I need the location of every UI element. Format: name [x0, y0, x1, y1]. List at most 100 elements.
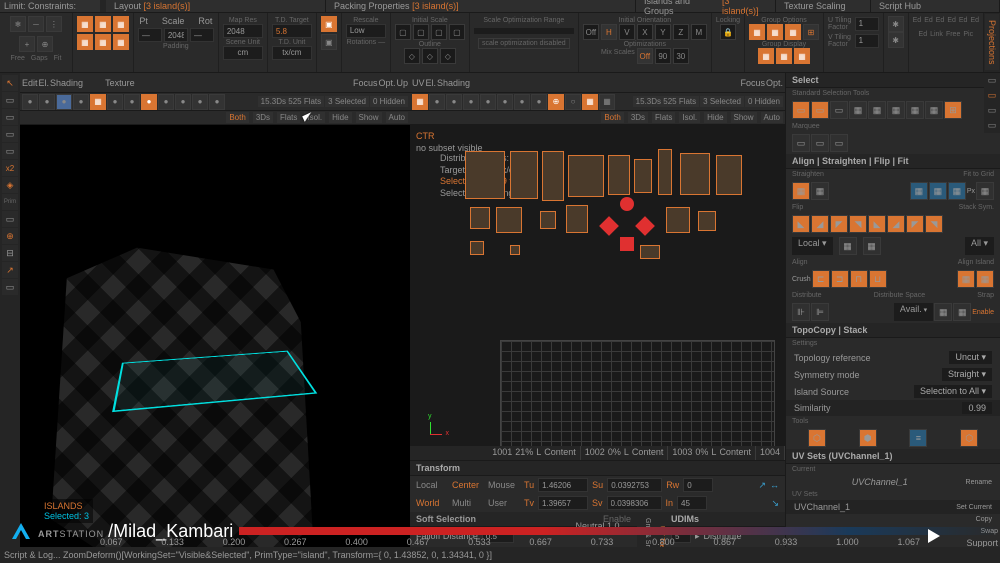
- vt-both[interactable]: Both: [226, 112, 248, 123]
- tex-5[interactable]: ●: [158, 94, 174, 110]
- tool-8[interactable]: ⊟: [2, 245, 18, 261]
- gizmo-scale-l[interactable]: [599, 216, 619, 236]
- pic-btn[interactable]: Pic: [963, 31, 973, 38]
- vt-hide[interactable]: Hide: [329, 112, 351, 123]
- vtiling-input[interactable]: [855, 34, 879, 48]
- uv-both[interactable]: Both: [601, 112, 623, 123]
- st-2[interactable]: ▦: [811, 182, 829, 200]
- io-m[interactable]: M: [691, 24, 707, 40]
- tex-6[interactable]: ●: [175, 94, 191, 110]
- db-1[interactable]: ⊪: [792, 303, 810, 321]
- rw-input[interactable]: [683, 478, 713, 492]
- uvs-11[interactable]: ▦: [582, 94, 598, 110]
- plus-icon[interactable]: +: [19, 36, 35, 52]
- tex-1[interactable]: ▦: [90, 94, 106, 110]
- gd3[interactable]: ▦: [794, 48, 810, 64]
- fl-5[interactable]: ◣: [868, 215, 886, 233]
- tv-input[interactable]: [538, 496, 588, 510]
- sel-7[interactable]: ▦: [906, 101, 924, 119]
- io-off[interactable]: Off: [583, 24, 599, 40]
- uvs-7[interactable]: ●: [514, 94, 530, 110]
- is-icon1[interactable]: ▢: [395, 24, 411, 40]
- ed5[interactable]: Ed: [959, 17, 968, 24]
- sel-6[interactable]: ▦: [887, 101, 905, 119]
- symmode-dd[interactable]: Straight ▾: [942, 368, 992, 381]
- strap-enable[interactable]: Enable: [972, 309, 994, 316]
- ds-1[interactable]: ▦: [934, 303, 952, 321]
- cr-1[interactable]: ⊏: [812, 270, 830, 288]
- tr-world[interactable]: World: [416, 498, 448, 508]
- pluscircle-icon[interactable]: ⊕: [37, 36, 53, 52]
- gd2[interactable]: ▦: [776, 48, 792, 64]
- uvs-1[interactable]: ▦: [412, 94, 428, 110]
- mix-off[interactable]: Off: [637, 48, 653, 64]
- shade-2[interactable]: ●: [39, 94, 55, 110]
- freeze-icon[interactable]: ❄: [10, 16, 26, 32]
- shade-3[interactable]: ●: [56, 94, 72, 110]
- go1[interactable]: ▦: [749, 24, 765, 40]
- uvs-2[interactable]: ●: [429, 94, 445, 110]
- mapres-input[interactable]: [223, 24, 263, 38]
- ds-2[interactable]: ▦: [953, 303, 971, 321]
- sel-9[interactable]: ⊞: [944, 101, 962, 119]
- go3[interactable]: ▦: [785, 24, 801, 40]
- tool-7[interactable]: ▭: [2, 211, 18, 227]
- free-btn[interactable]: Free: [946, 31, 960, 38]
- fg-3[interactable]: ▦: [948, 182, 966, 200]
- ol-icon1[interactable]: ◇: [404, 48, 420, 64]
- uv-3ds[interactable]: 3Ds: [628, 112, 648, 123]
- mq-2[interactable]: ▭: [811, 134, 829, 152]
- uvs-9[interactable]: ⊕: [548, 94, 564, 110]
- tr-user[interactable]: User: [488, 498, 520, 508]
- tool-5[interactable]: ▭: [2, 143, 18, 159]
- fl-3[interactable]: ◤: [830, 215, 848, 233]
- tab-packing[interactable]: Packing Properties [3 island(s)]: [326, 0, 636, 12]
- utiling-input[interactable]: [855, 17, 879, 31]
- uvs-6[interactable]: ●: [497, 94, 513, 110]
- tab-layout[interactable]: Layout [3 island(s)]: [106, 0, 326, 12]
- is-icon2[interactable]: ▢: [413, 24, 429, 40]
- islandsrc-dd[interactable]: Selection to All ▾: [914, 385, 992, 398]
- sim-input[interactable]: 0.99: [962, 402, 992, 414]
- uv-show[interactable]: Show: [731, 112, 757, 123]
- in-input[interactable]: [677, 496, 707, 510]
- tr-multi[interactable]: Multi: [452, 498, 484, 508]
- setcurrent-btn[interactable]: Set Current: [956, 504, 992, 511]
- vt-3ds[interactable]: 3Ds: [253, 112, 273, 123]
- uvch-item[interactable]: UVChannel_1: [794, 502, 850, 512]
- tool-a[interactable]: ⬡: [808, 429, 826, 447]
- io-h[interactable]: H: [601, 24, 617, 40]
- cr-4[interactable]: ⊔: [869, 270, 887, 288]
- uvs-4[interactable]: ●: [463, 94, 479, 110]
- tr-arrow3[interactable]: ↘: [771, 498, 779, 509]
- scale-input[interactable]: [164, 28, 188, 42]
- io-v[interactable]: V: [619, 24, 635, 40]
- ed1[interactable]: Ed: [913, 17, 922, 24]
- ed6[interactable]: Ed: [970, 17, 979, 24]
- scaleopt-slider[interactable]: [474, 28, 574, 34]
- sk-4[interactable]: ▭: [984, 118, 1000, 133]
- vt-auto[interactable]: Auto: [386, 112, 408, 123]
- ed7[interactable]: Ed: [919, 31, 928, 38]
- toporef-dd[interactable]: Uncut ▾: [949, 351, 992, 364]
- fg-4[interactable]: ▦: [976, 182, 994, 200]
- txcm-dropdown[interactable]: tx/cm: [272, 46, 312, 60]
- tr-local[interactable]: Local: [416, 480, 448, 490]
- globe-tool[interactable]: ⊕: [2, 228, 18, 244]
- cr-2[interactable]: ⊐: [831, 270, 849, 288]
- fl-4[interactable]: ◥: [849, 215, 867, 233]
- progress-bar[interactable]: [239, 527, 1000, 535]
- tu-input[interactable]: [538, 478, 588, 492]
- pack-icon-6[interactable]: ▦: [113, 34, 129, 50]
- ts-icon[interactable]: ✱: [888, 16, 904, 32]
- tex-4[interactable]: ●: [141, 94, 157, 110]
- tab-islands-groups[interactable]: Islands and Groups [3 island(s)]: [636, 0, 776, 12]
- fl-7[interactable]: ◤: [906, 215, 924, 233]
- tr-mouse[interactable]: Mouse: [488, 480, 520, 490]
- low-dropdown[interactable]: Low: [346, 24, 386, 38]
- dots-icon[interactable]: ⋮: [46, 16, 62, 32]
- lock-icon[interactable]: 🔒: [720, 24, 736, 40]
- td-scale-icon[interactable]: ▣: [321, 16, 337, 32]
- tool-d[interactable]: ⬡: [960, 429, 978, 447]
- viewport-3d[interactable]: ISLANDS Selected: 3: [20, 125, 410, 563]
